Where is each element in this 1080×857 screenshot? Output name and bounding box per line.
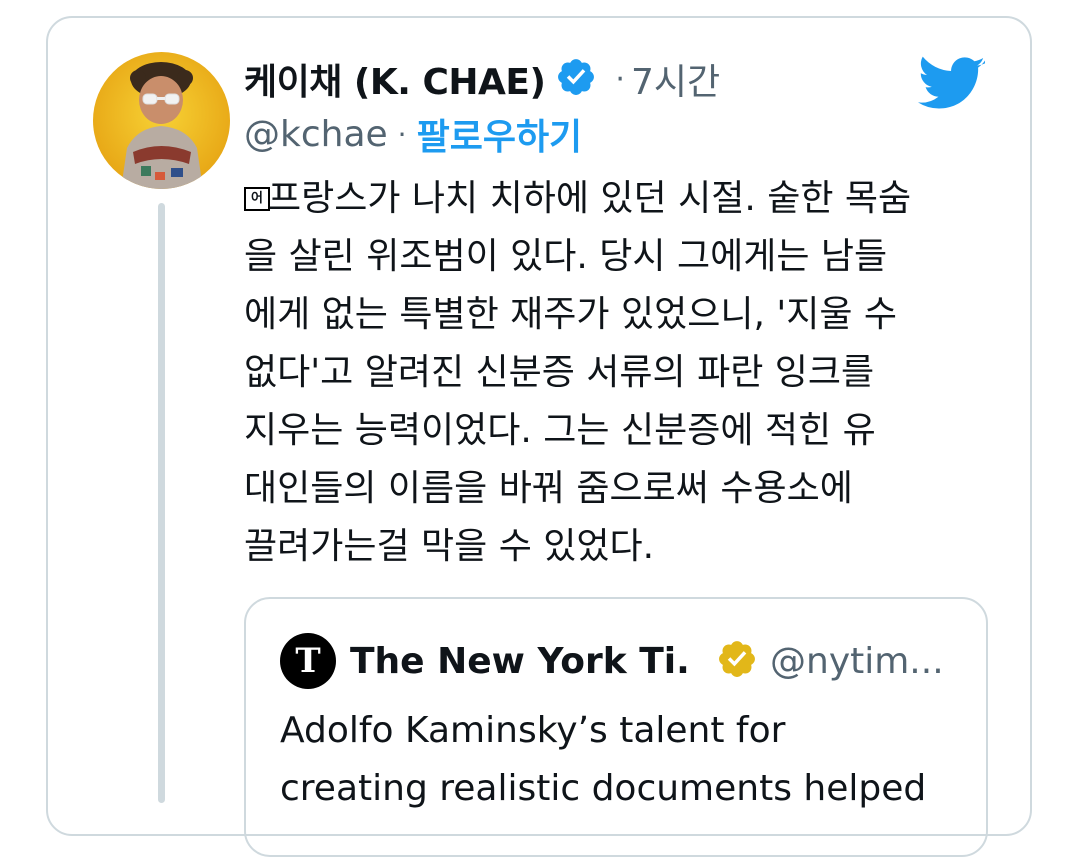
separator-dot: · bbox=[397, 117, 407, 151]
flag-emoji-icon: 어 bbox=[244, 187, 270, 211]
verified-badge-gold-icon bbox=[688, 638, 758, 684]
tweet-body: 어 프랑스가 나치 치하에 있던 시절. 숱한 목숨 을 살린 위조범이 있다. … bbox=[244, 170, 1004, 576]
svg-text:T: T bbox=[295, 641, 320, 681]
follow-button[interactable]: 팔로우하기 bbox=[417, 108, 583, 160]
handle-row: @kchae · 팔로우하기 bbox=[244, 108, 583, 160]
quoted-author-handle: @nytim... bbox=[770, 640, 940, 682]
author-name[interactable]: 케이채 (K. CHAE) bbox=[244, 53, 546, 105]
tweet-header: 케이채 (K. CHAE) · 7시간 bbox=[244, 54, 720, 104]
quoted-author-name: The New York Ti... bbox=[350, 640, 688, 682]
quoted-tweet-text: Adolfo Kaminsky’s talent for creating re… bbox=[280, 710, 927, 809]
tweet-text: 프랑스가 나치 치하에 있던 시절. 숱한 목숨 을 살린 위조범이 있다. 당… bbox=[244, 178, 912, 567]
author-handle[interactable]: @kchae bbox=[244, 114, 388, 155]
thread-connector-line bbox=[158, 203, 165, 803]
quoted-tweet-header: The New York Ti... @nytim... bbox=[350, 634, 940, 688]
separator-dot: · bbox=[615, 61, 625, 97]
author-avatar[interactable] bbox=[93, 52, 230, 189]
verified-badge-icon bbox=[545, 56, 597, 102]
tweet-timestamp[interactable]: 7시간 bbox=[631, 53, 720, 105]
